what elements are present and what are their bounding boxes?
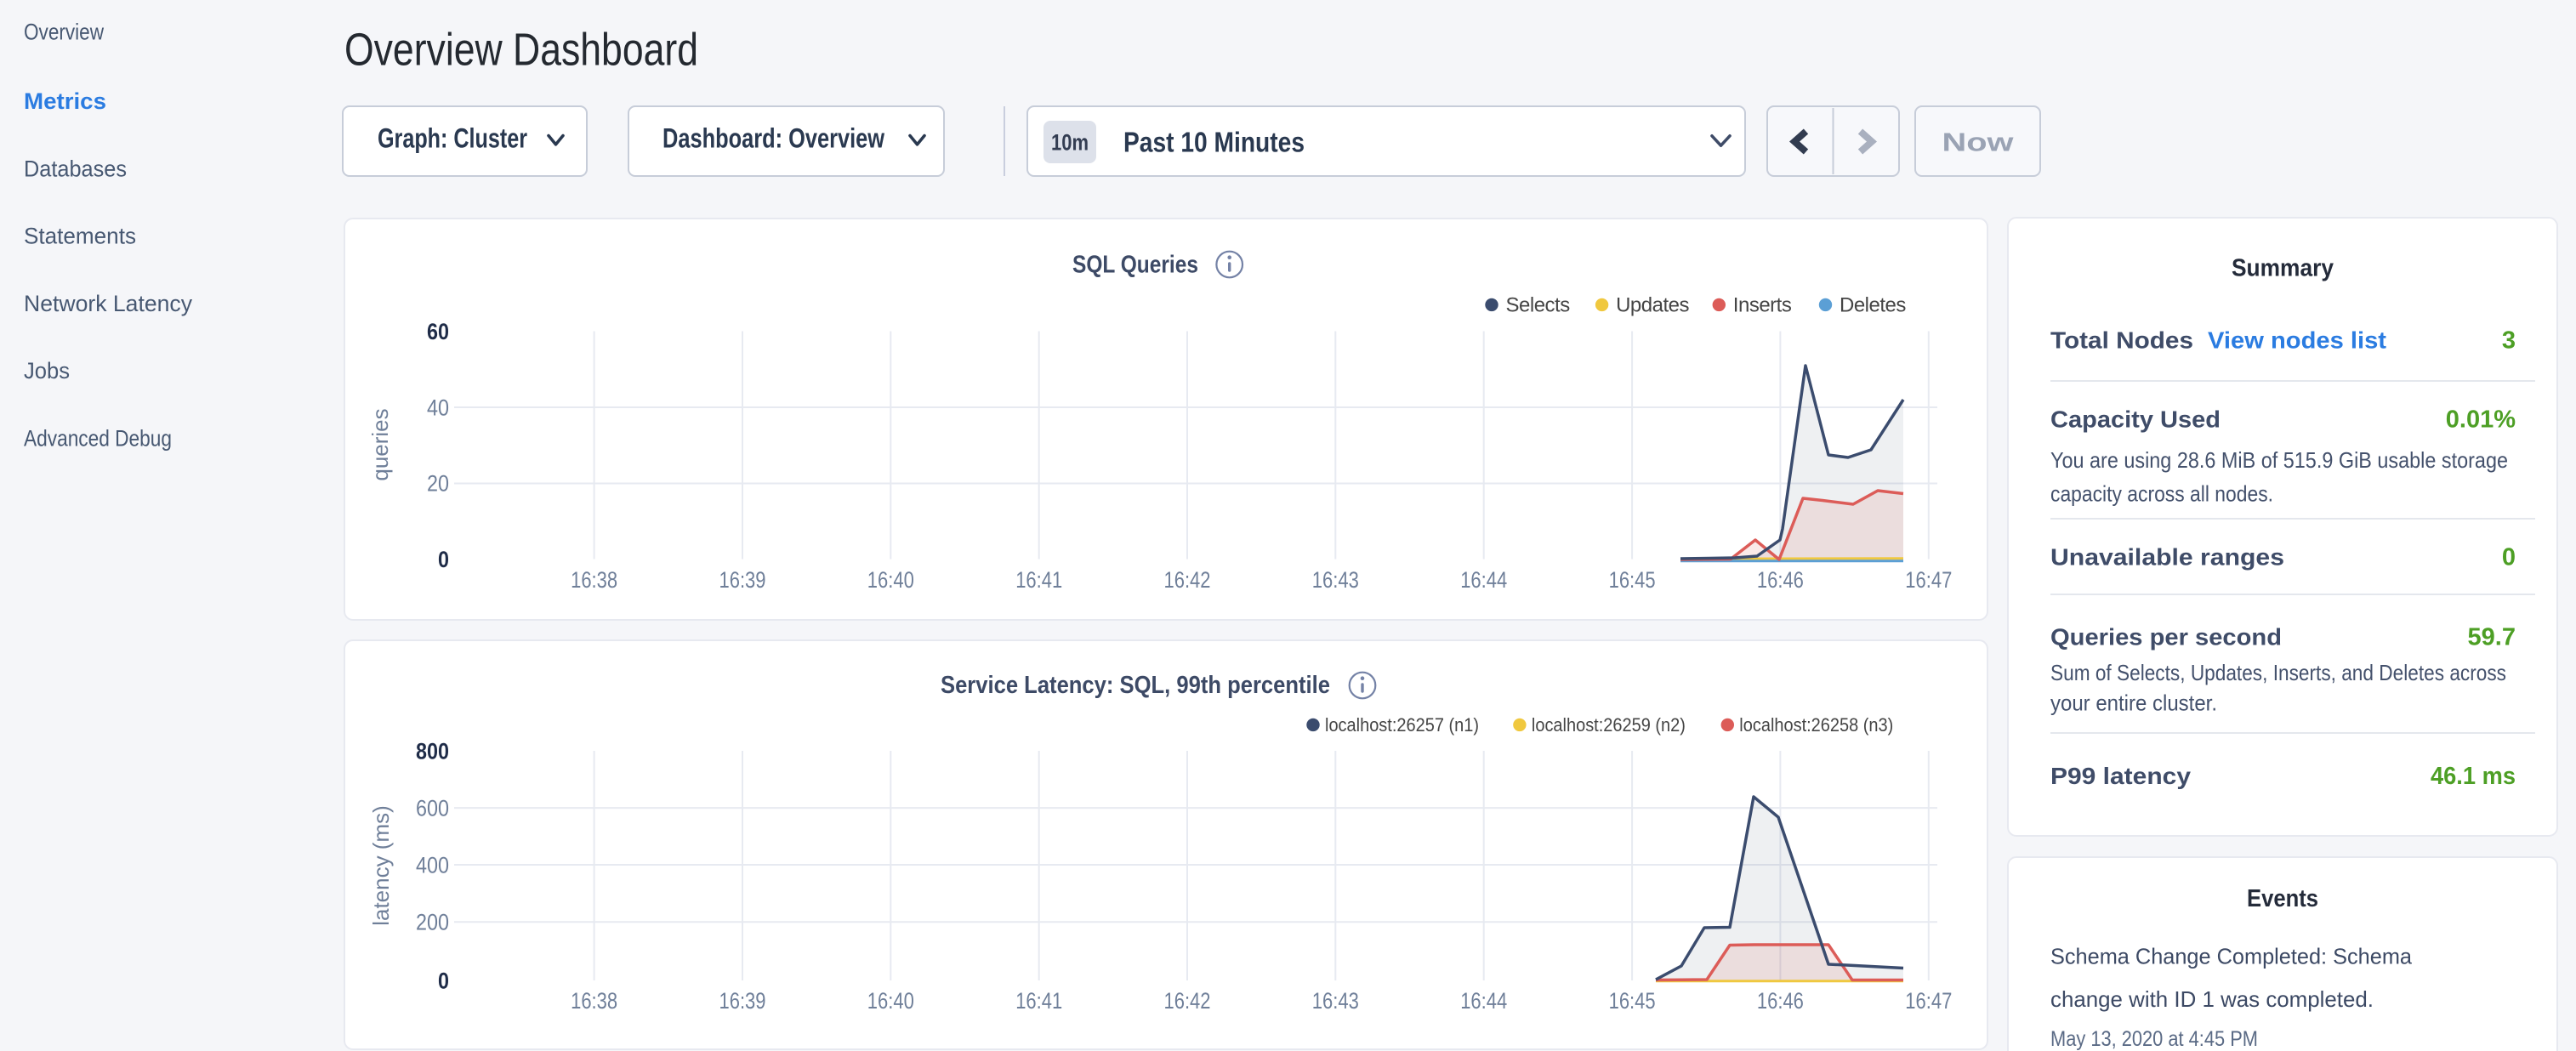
- svg-text:Sum of Selects, Updates, Inser: Sum of Selects, Updates, Inserts, and De…: [2050, 660, 2506, 685]
- svg-text:Now: Now: [1942, 127, 2015, 156]
- svg-text:Total Nodes: Total Nodes: [2050, 327, 2193, 353]
- svg-text:Overview Dashboard: Overview Dashboard: [344, 25, 698, 76]
- svg-text:20: 20: [427, 471, 449, 497]
- svg-text:Deletes: Deletes: [1840, 294, 1906, 317]
- svg-text:600: 600: [416, 795, 449, 821]
- svg-text:queries: queries: [367, 408, 393, 480]
- svg-text:16:47: 16:47: [1905, 988, 1952, 1014]
- svg-text:16:38: 16:38: [571, 988, 617, 1014]
- svg-text:16:45: 16:45: [1609, 988, 1656, 1014]
- svg-text:16:43: 16:43: [1312, 567, 1359, 593]
- svg-text:40: 40: [427, 395, 449, 420]
- svg-text:your entire cluster.: your entire cluster.: [2050, 690, 2217, 716]
- svg-text:Overview: Overview: [24, 19, 104, 44]
- svg-text:16:44: 16:44: [1460, 988, 1507, 1014]
- svg-text:Queries per second: Queries per second: [2050, 623, 2282, 650]
- svg-text:View nodes list: View nodes list: [2208, 327, 2386, 353]
- svg-text:16:41: 16:41: [1015, 988, 1062, 1014]
- svg-text:Network Latency: Network Latency: [24, 291, 192, 316]
- svg-text:16:47: 16:47: [1905, 567, 1952, 593]
- svg-text:Graph: Cluster: Graph: Cluster: [378, 123, 527, 154]
- svg-text:capacity across all nodes.: capacity across all nodes.: [2050, 481, 2273, 507]
- svg-text:46.1 ms: 46.1 ms: [2431, 763, 2516, 790]
- svg-text:16:40: 16:40: [867, 567, 914, 593]
- svg-text:Capacity Used: Capacity Used: [2050, 406, 2221, 433]
- svg-text:May 13, 2020 at 4:45 PM: May 13, 2020 at 4:45 PM: [2050, 1027, 2258, 1051]
- svg-text:latency (ms): latency (ms): [368, 805, 394, 926]
- svg-text:16:39: 16:39: [719, 988, 766, 1014]
- svg-text:16:46: 16:46: [1757, 567, 1804, 593]
- svg-text:0: 0: [438, 547, 449, 572]
- svg-text:Schema Change Completed: Schem: Schema Change Completed: Schema: [2050, 944, 2413, 969]
- svg-text:localhost:26259 (n2): localhost:26259 (n2): [1532, 714, 1686, 736]
- svg-text:200: 200: [416, 910, 449, 935]
- svg-text:You are using 28.6 MiB of 515.: You are using 28.6 MiB of 515.9 GiB usab…: [2050, 447, 2508, 473]
- svg-text:0.01%: 0.01%: [2446, 406, 2516, 434]
- svg-text:16:46: 16:46: [1757, 988, 1804, 1014]
- svg-text:SQL Queries: SQL Queries: [1072, 252, 1198, 279]
- svg-text:Updates: Updates: [1616, 294, 1689, 317]
- svg-text:P99 latency: P99 latency: [2050, 763, 2191, 789]
- svg-text:Selects: Selects: [1506, 294, 1571, 317]
- svg-text:Past 10 Minutes: Past 10 Minutes: [1123, 127, 1305, 158]
- svg-text:Databases: Databases: [24, 156, 127, 182]
- svg-text:3: 3: [2502, 327, 2516, 354]
- svg-text:16:40: 16:40: [867, 988, 914, 1014]
- svg-text:59.7: 59.7: [2468, 623, 2516, 650]
- svg-text:Events: Events: [2247, 885, 2318, 912]
- svg-text:0: 0: [438, 969, 449, 994]
- svg-text:Service Latency: SQL, 99th per: Service Latency: SQL, 99th percentile: [941, 672, 1330, 699]
- svg-text:localhost:26257 (n1): localhost:26257 (n1): [1325, 714, 1479, 736]
- svg-text:16:38: 16:38: [571, 567, 617, 593]
- svg-text:16:43: 16:43: [1312, 988, 1359, 1014]
- svg-text:16:39: 16:39: [719, 567, 766, 593]
- svg-text:400: 400: [416, 852, 449, 878]
- svg-text:16:45: 16:45: [1609, 567, 1656, 593]
- svg-text:800: 800: [416, 738, 449, 764]
- svg-text:localhost:26258 (n3): localhost:26258 (n3): [1739, 714, 1893, 736]
- svg-text:16:42: 16:42: [1164, 988, 1211, 1014]
- svg-text:16:41: 16:41: [1015, 567, 1062, 593]
- svg-text:10m: 10m: [1051, 130, 1089, 156]
- svg-text:Summary: Summary: [2232, 255, 2334, 282]
- svg-text:change with ID 1 was completed: change with ID 1 was completed.: [2050, 986, 2374, 1012]
- svg-text:Unavailable ranges: Unavailable ranges: [2050, 543, 2284, 570]
- svg-text:Statements: Statements: [24, 224, 136, 249]
- svg-text:16:42: 16:42: [1164, 567, 1211, 593]
- svg-text:Inserts: Inserts: [1733, 294, 1792, 317]
- svg-text:Jobs: Jobs: [24, 358, 70, 383]
- svg-text:60: 60: [427, 319, 449, 344]
- svg-text:Dashboard: Overview: Dashboard: Overview: [662, 123, 884, 154]
- svg-text:Metrics: Metrics: [24, 88, 106, 114]
- svg-text:16:44: 16:44: [1460, 567, 1507, 593]
- svg-text:0: 0: [2502, 543, 2516, 571]
- svg-text:Advanced Debug: Advanced Debug: [24, 426, 172, 452]
